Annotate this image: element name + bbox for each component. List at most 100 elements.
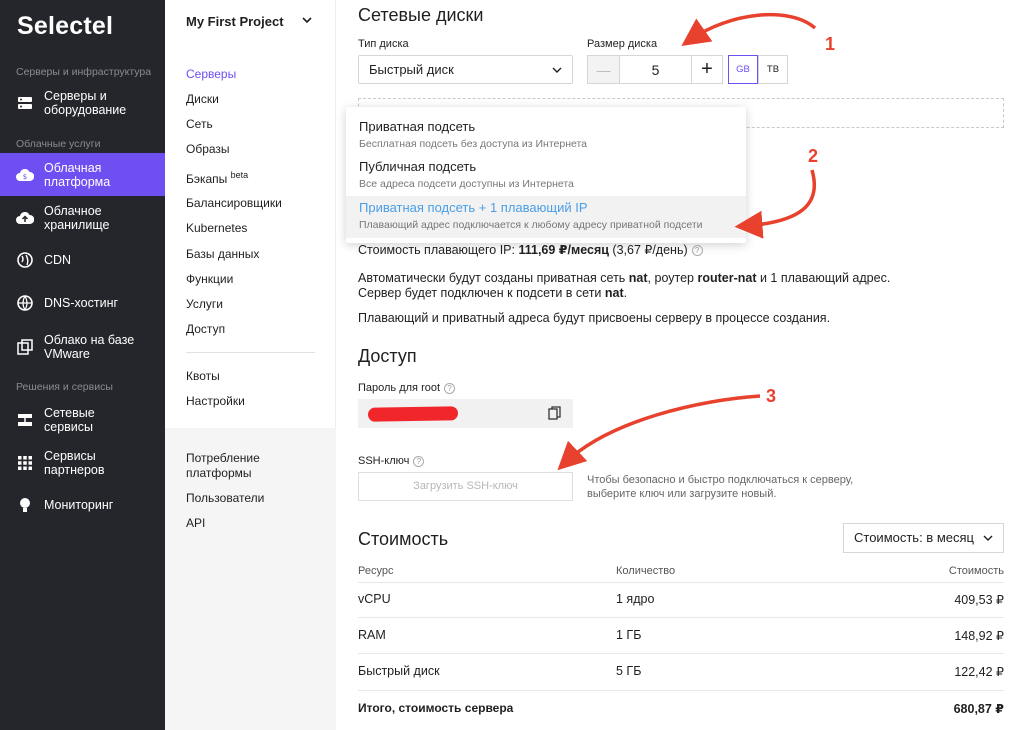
- chevron-down-icon[interactable]: [302, 16, 312, 24]
- subnav-item-users[interactable]: Пользователи: [186, 491, 264, 505]
- sidebar-item-vmware[interactable]: Облако на базе VMware: [0, 332, 165, 362]
- text: и 1 плавающий адрес.: [756, 271, 891, 285]
- col-header-quantity: Количество: [616, 565, 676, 577]
- cloud-platform-icon: $: [16, 166, 34, 184]
- subnav-item-network[interactable]: Сеть: [186, 117, 213, 131]
- access-title: Доступ: [358, 346, 417, 366]
- sidebar-item-monitoring[interactable]: Мониторинг: [0, 495, 165, 515]
- total-value: 680,87 ₽: [953, 702, 1004, 716]
- vmware-icon: [16, 338, 34, 356]
- bulb-icon: [16, 496, 34, 514]
- sidebar-item-network-services[interactable]: Сетевые сервисы: [0, 405, 165, 435]
- sidebar-item-cloud-storage[interactable]: Облачное хранилище: [0, 202, 165, 234]
- root-password-label: Пароль для root?: [358, 382, 456, 394]
- option-subtitle: Бесплатная подсеть без доступа из Интерн…: [359, 138, 588, 150]
- disk-size-minus-button[interactable]: —: [587, 55, 620, 84]
- annotation-number-3: 3: [766, 386, 777, 406]
- subnav-item-balancers[interactable]: Балансировщики: [186, 196, 282, 210]
- subnav-item-services[interactable]: Услуги: [186, 297, 223, 311]
- subnav-item-access[interactable]: Доступ: [186, 322, 225, 336]
- arrow-3: [557, 394, 761, 471]
- table-divider: [358, 617, 1004, 618]
- disk-type-select[interactable]: Быстрый диск: [358, 55, 573, 84]
- subnav-item-backups[interactable]: Бэкапы beta: [186, 170, 248, 186]
- period-value: Стоимость: в месяц: [854, 530, 974, 545]
- subnav-item-databases[interactable]: Базы данных: [186, 247, 259, 261]
- subnav-item-settings[interactable]: Настройки: [186, 394, 245, 408]
- subnet-option-public[interactable]: Публичная подсеть Все адреса подсети дос…: [346, 155, 746, 195]
- subnav-item-servers[interactable]: Серверы: [186, 67, 236, 81]
- table-cell: vCPU: [358, 592, 391, 606]
- disk-size-label: Размер диска: [587, 38, 658, 50]
- disk-size-input[interactable]: 5: [619, 55, 692, 84]
- sidebar-item-cloud-platform[interactable]: $ Облачная платформа: [0, 153, 165, 196]
- network-icon: [16, 411, 34, 429]
- arrow-2: [734, 169, 817, 239]
- help-icon[interactable]: ?: [691, 245, 703, 257]
- disk-type-value: Быстрый диск: [369, 62, 454, 77]
- sidebar-item-dns[interactable]: DNS-хостинг: [0, 293, 165, 313]
- beta-badge: beta: [230, 170, 249, 180]
- text-bold: nat: [628, 271, 648, 285]
- sidebar-item-label: Облачное хранилище: [44, 204, 110, 232]
- auto-create-note: Автоматически будут созданы приватная се…: [358, 271, 890, 301]
- subnav-item-consumption[interactable]: Потребление платформы: [186, 451, 266, 481]
- table-divider: [358, 653, 1004, 654]
- cost-period-select[interactable]: Стоимость: в месяц: [843, 523, 1004, 553]
- unit-tb-button[interactable]: TB: [758, 55, 788, 84]
- text: Сервер будет подключен к подсети в сети: [358, 286, 605, 300]
- globe-icon: [16, 294, 34, 312]
- table-cell: 148,92 ₽: [954, 629, 1004, 643]
- col-header-cost: Стоимость: [948, 565, 1004, 577]
- subnav-item-images[interactable]: Образы: [186, 142, 230, 156]
- subnet-option-private-floating-ip[interactable]: Приватная подсеть + 1 плавающий IP Плава…: [346, 196, 746, 238]
- table-cell: 409,53 ₽: [954, 593, 1004, 607]
- sidebar-item-label: DNS-хостинг: [44, 296, 119, 310]
- table-cell: 1 ядро: [616, 592, 655, 606]
- help-icon[interactable]: ?: [444, 382, 456, 394]
- label-text: Пароль для root: [358, 382, 441, 394]
- sidebar-item-label: CDN: [44, 253, 72, 267]
- sidebar-item-label: Серверы и оборудование: [44, 89, 127, 117]
- annotation-number-2: 2: [808, 146, 819, 166]
- price-value: 111,69 ₽/месяц: [518, 243, 609, 257]
- table-cell: RAM: [358, 628, 386, 642]
- subnav-item-kubernetes[interactable]: Kubernetes: [186, 221, 247, 235]
- subnav-item-api[interactable]: API: [186, 516, 205, 530]
- text: .: [623, 286, 628, 300]
- option-title: Публичная подсеть: [359, 159, 477, 174]
- disk-type-label: Тип диска: [358, 38, 409, 50]
- price-prefix: Стоимость плавающего IP:: [358, 243, 519, 257]
- subnet-option-private[interactable]: Приватная подсеть Бесплатная подсеть без…: [346, 115, 746, 155]
- sidebar-item-label: Мониторинг: [44, 498, 114, 512]
- subnav-item-quotas[interactable]: Квоты: [186, 369, 220, 383]
- chevron-down-icon: [552, 67, 562, 73]
- ssh-note: Чтобы безопасно и быстро подключаться к …: [587, 473, 853, 501]
- disk-size-plus-button[interactable]: +: [691, 55, 723, 84]
- text-bold: nat: [604, 286, 624, 300]
- root-password-field[interactable]: [358, 399, 573, 428]
- subnet-dropdown: Приватная подсеть Бесплатная подсеть без…: [346, 107, 746, 243]
- help-icon[interactable]: ?: [413, 455, 425, 467]
- sidebar-item-partner-services[interactable]: Сервисы партнеров: [0, 448, 165, 478]
- subnav-item-disks[interactable]: Диски: [186, 92, 219, 106]
- text: выберите ключ или загрузите новый.: [587, 488, 777, 500]
- sidebar-item-label: Сетевые сервисы: [44, 406, 95, 434]
- subnav-label: Бэкапы: [186, 172, 228, 186]
- section-title-cloud: Облачные услуги: [16, 138, 101, 150]
- copy-icon[interactable]: [548, 406, 561, 420]
- unit-gb-button[interactable]: GB: [728, 55, 758, 84]
- text: , роутер: [647, 271, 698, 285]
- sidebar-item-label: Облачная платформа: [44, 160, 111, 189]
- sidebar-item-cdn[interactable]: CDN: [0, 250, 165, 270]
- table-cell: 5 ГБ: [616, 664, 642, 678]
- option-title: Приватная подсеть: [359, 119, 476, 134]
- project-selector[interactable]: My First Project: [186, 14, 284, 29]
- sidebar-item-servers[interactable]: Серверы и оборудование: [0, 88, 165, 118]
- main-sidebar: Selectel Серверы и инфраструктура Сервер…: [0, 0, 165, 730]
- table-divider: [358, 690, 1004, 691]
- assign-note: Плавающий и приватный адреса будут присв…: [358, 311, 831, 325]
- selectel-logo[interactable]: Selectel: [17, 12, 113, 41]
- subnav-item-functions[interactable]: Функции: [186, 272, 233, 286]
- upload-ssh-key-button[interactable]: Загрузить SSH-ключ: [358, 472, 573, 501]
